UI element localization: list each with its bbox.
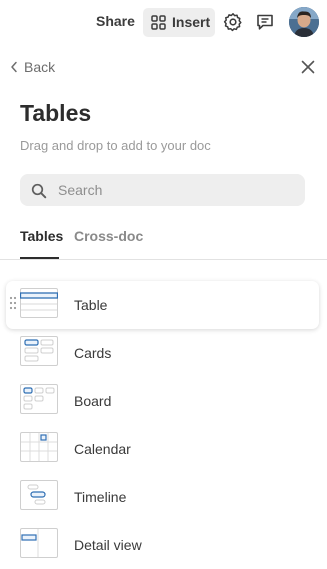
insert-button-label: Insert [172,14,211,30]
list-item-label: Table [74,297,108,313]
share-button[interactable]: Share [96,13,135,29]
search-input[interactable] [58,174,298,206]
list-item-label: Timeline [74,489,127,505]
tab-cross-doc[interactable]: Cross-doc [74,228,143,244]
comment-icon[interactable] [255,12,275,32]
table-view-icon [20,288,58,318]
top-bar: Share Insert [0,0,327,44]
back-button-label: Back [24,59,56,75]
search-box[interactable] [20,174,305,206]
timeline-view-icon [20,480,58,510]
list-item-table[interactable]: Table [6,281,319,329]
calendar-view-icon [20,432,58,462]
detail-view-icon [20,528,58,558]
insert-button[interactable]: Insert [143,8,215,37]
search-icon [31,183,47,199]
chevron-left-icon [11,61,17,73]
avatar-portrait [289,7,319,37]
tabs-divider [0,259,327,260]
list-item-label: Detail view [74,537,142,553]
drag-handle-icon[interactable] [9,296,17,310]
list-item-calendar[interactable]: Calendar [6,425,319,473]
close-icon[interactable] [300,59,316,75]
page-title: Tables [20,100,92,126]
list-item-label: Board [74,393,112,409]
board-view-icon [20,384,58,414]
back-button[interactable]: Back [9,58,55,76]
cards-view-icon [20,336,58,366]
list-item-detail-view[interactable]: Detail view [6,521,319,569]
list-item-label: Cards [74,345,112,361]
list-item-label: Calendar [74,441,131,457]
page-subtitle: Drag and drop to add to your doc [20,138,211,153]
list-item-timeline[interactable]: Timeline [6,473,319,521]
gear-icon[interactable] [223,12,243,32]
list-item-cards[interactable]: Cards [6,329,319,377]
list-item-board[interactable]: Board [6,377,319,425]
tab-tables[interactable]: Tables [20,228,63,244]
insert-grid-icon [151,15,166,30]
avatar[interactable] [289,7,319,37]
